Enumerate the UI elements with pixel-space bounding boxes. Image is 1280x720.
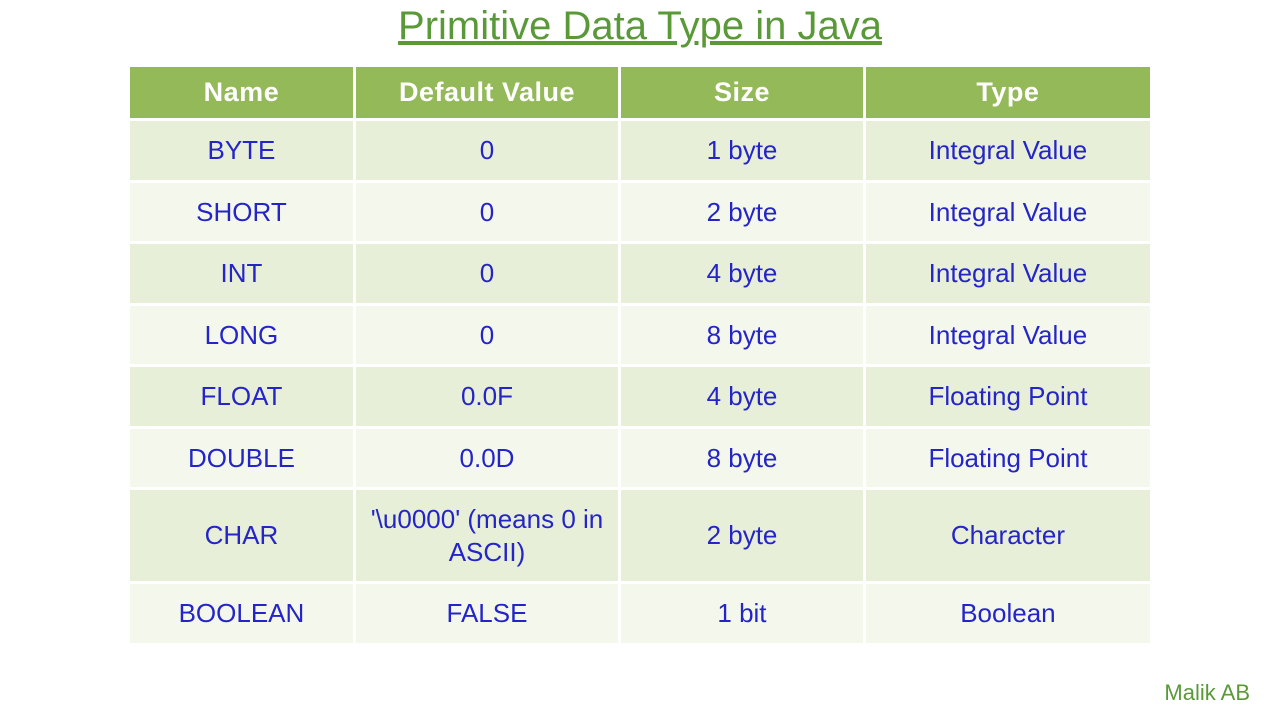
table-row: char '\u0000' (means 0 in ASCII) 2 byte … — [130, 489, 1150, 583]
cell-type: Integral Value — [864, 181, 1150, 243]
table-row: int 0 4 byte Integral Value — [130, 243, 1150, 305]
cell-default: 0 — [354, 243, 619, 305]
cell-type: Integral Value — [864, 304, 1150, 366]
cell-name: short — [130, 181, 354, 243]
cell-name: double — [130, 427, 354, 489]
cell-size: 1 byte — [620, 120, 865, 182]
table-row: float 0.0f 4 byte Floating Point — [130, 366, 1150, 428]
cell-default: false — [354, 583, 619, 643]
cell-default: 0.0d — [354, 427, 619, 489]
table-row: short 0 2 byte Integral Value — [130, 181, 1150, 243]
cell-type: Character — [864, 489, 1150, 583]
cell-name: float — [130, 366, 354, 428]
cell-type: Boolean — [864, 583, 1150, 643]
table-row: boolean false 1 bit Boolean — [130, 583, 1150, 643]
col-header-default: Default Value — [354, 67, 619, 120]
cell-type: Integral Value — [864, 120, 1150, 182]
cell-size: 2 byte — [620, 489, 865, 583]
cell-size: 1 bit — [620, 583, 865, 643]
cell-name: long — [130, 304, 354, 366]
page-title: Primitive Data Type in Java — [0, 0, 1280, 67]
table-row: double 0.0d 8 byte Floating Point — [130, 427, 1150, 489]
cell-default: '\u0000' (means 0 in ASCII) — [354, 489, 619, 583]
cell-name: byte — [130, 120, 354, 182]
cell-type: Floating Point — [864, 366, 1150, 428]
cell-size: 2 byte — [620, 181, 865, 243]
cell-default: 0.0f — [354, 366, 619, 428]
col-header-name: Name — [130, 67, 354, 120]
author-credit: Malik AB — [1164, 680, 1250, 706]
cell-type: Integral Value — [864, 243, 1150, 305]
cell-name: char — [130, 489, 354, 583]
cell-name: boolean — [130, 583, 354, 643]
data-type-table: Name Default Value Size Type byte 0 1 by… — [130, 67, 1150, 643]
cell-size: 8 byte — [620, 304, 865, 366]
col-header-size: Size — [620, 67, 865, 120]
cell-default: 0 — [354, 304, 619, 366]
cell-type: Floating Point — [864, 427, 1150, 489]
table-header-row: Name Default Value Size Type — [130, 67, 1150, 120]
cell-size: 4 byte — [620, 243, 865, 305]
table-row: long 0 8 byte Integral Value — [130, 304, 1150, 366]
cell-size: 4 byte — [620, 366, 865, 428]
cell-size: 8 byte — [620, 427, 865, 489]
cell-name: int — [130, 243, 354, 305]
cell-default: 0 — [354, 181, 619, 243]
table-row: byte 0 1 byte Integral Value — [130, 120, 1150, 182]
col-header-type: Type — [864, 67, 1150, 120]
cell-default: 0 — [354, 120, 619, 182]
